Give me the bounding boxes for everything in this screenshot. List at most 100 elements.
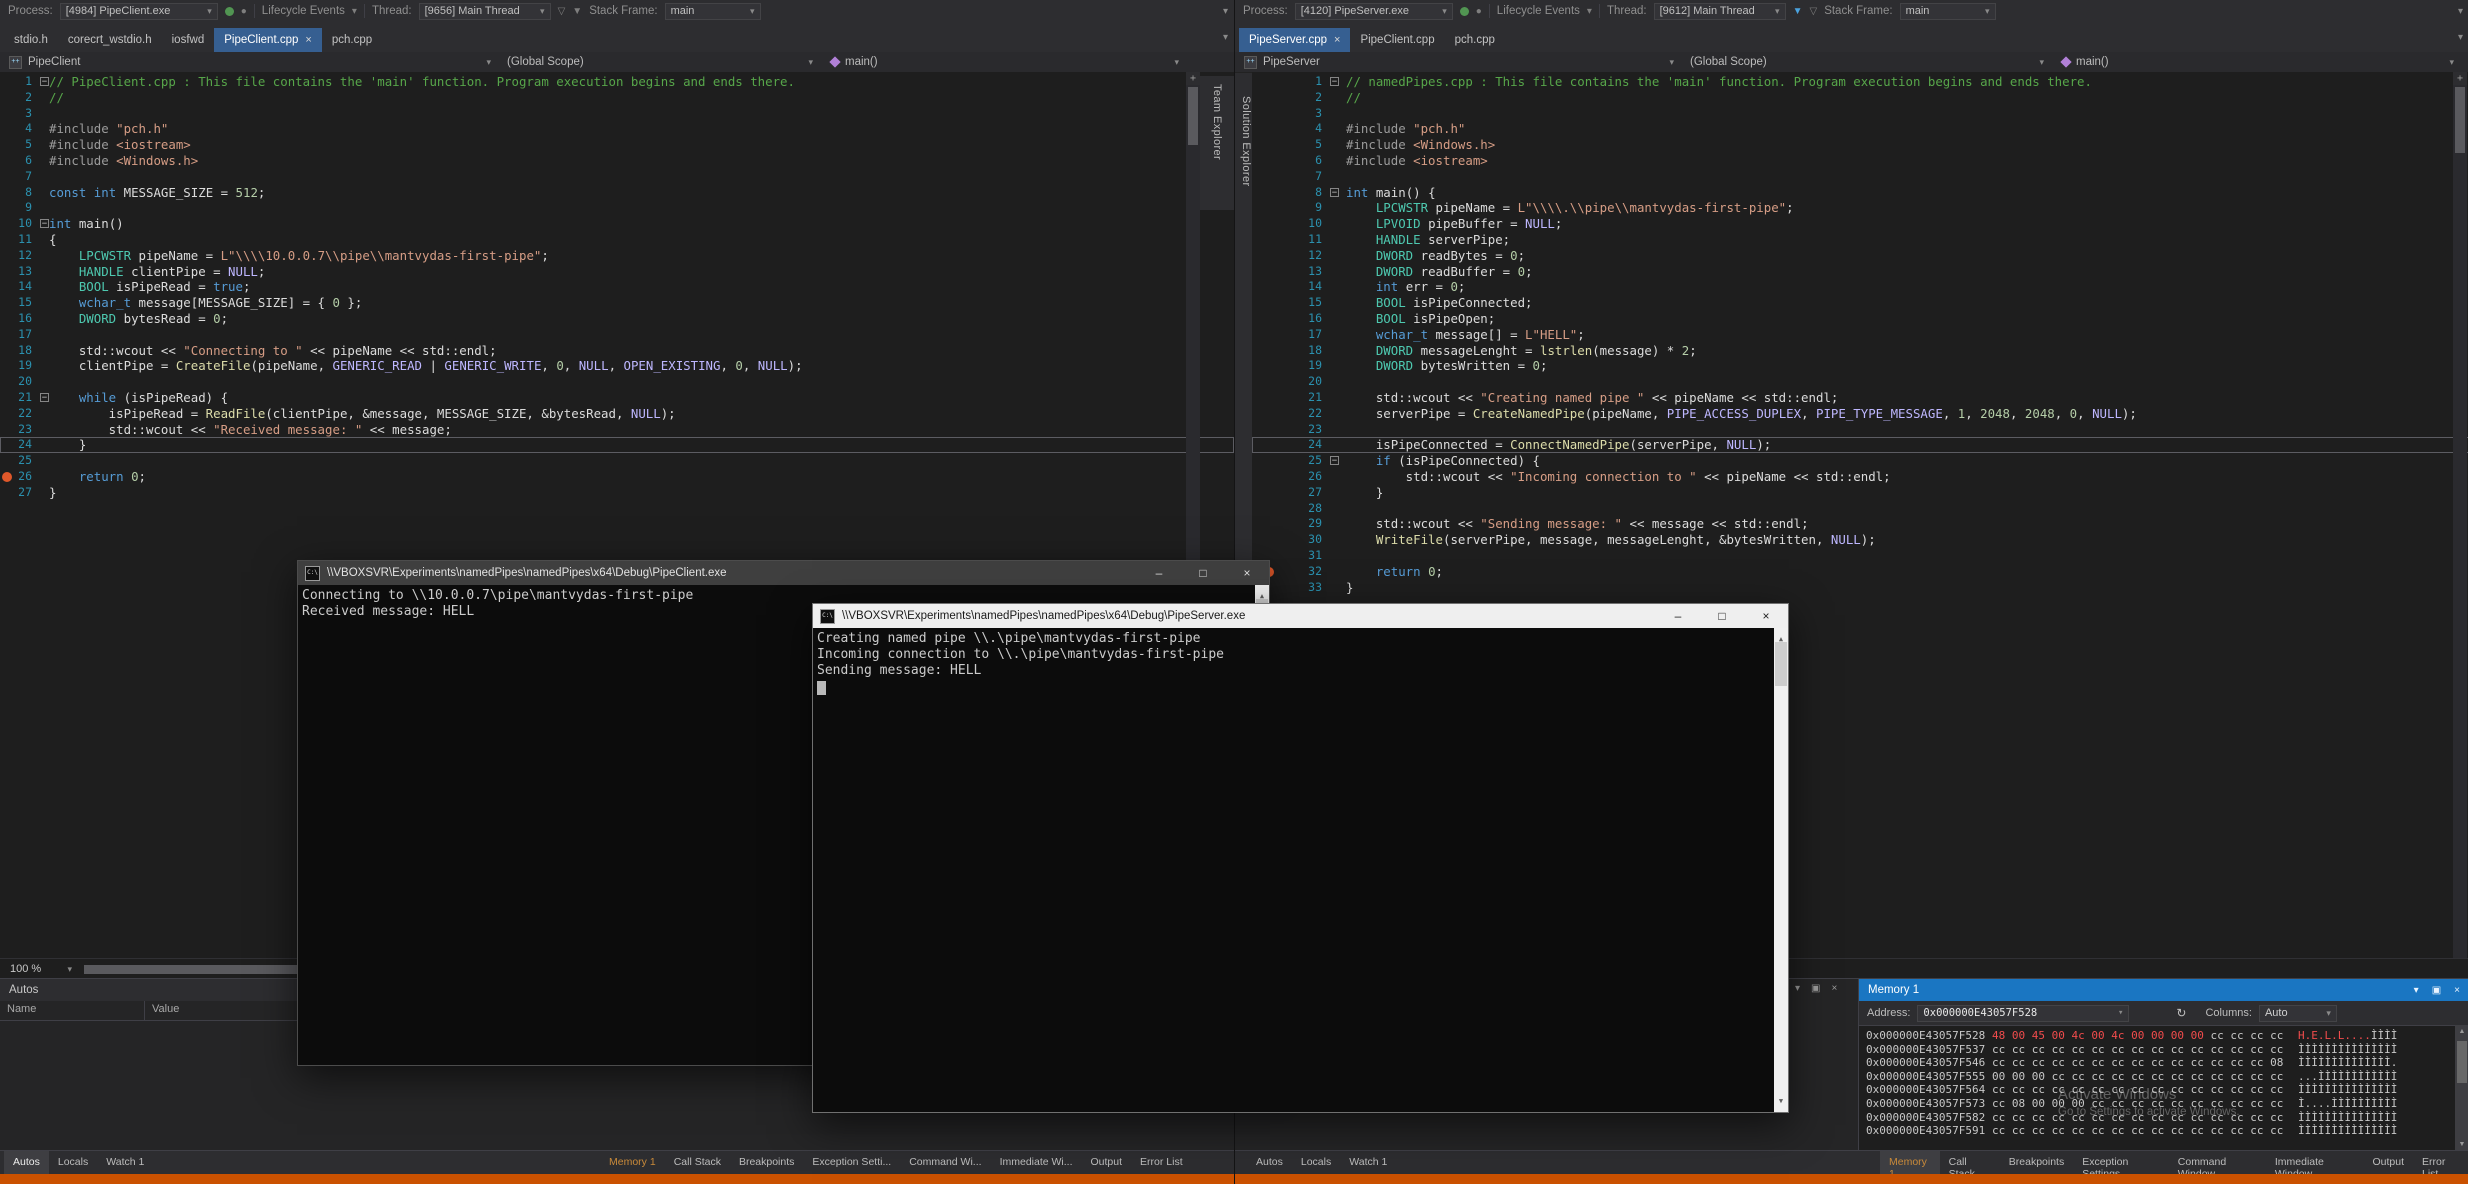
toolbar-overflow-icon[interactable]: ▾ [1223,6,1228,17]
code-line[interactable]: 20 [1252,374,2468,390]
breakpoint-margin[interactable] [0,469,14,485]
fold-margin[interactable] [40,106,49,122]
panel-tab-immediate-window[interactable]: Immediate Window [2266,1151,2364,1175]
address-input[interactable]: 0x000000E43057F528 ▾ [1917,1005,2129,1022]
code-line[interactable]: 21 std::wcout << "Creating named pipe " … [1252,390,2468,406]
console-title-bar[interactable]: C:\ \\VBOXSVR\Experiments\namedPipes\nam… [298,561,1269,585]
memory-scrollbar[interactable]: ▲ ▼ [2455,1025,2468,1151]
collapse-icon[interactable]: − [1330,188,1339,197]
scrollbar-thumb[interactable] [1775,642,1787,686]
close-icon[interactable]: × [1831,983,1837,994]
maximize-button[interactable]: □ [1181,561,1225,585]
code-line[interactable]: 4#include "pch.h" [1252,121,2468,137]
document-tab-pch-cpp[interactable]: pch.cpp [322,28,382,52]
fold-margin[interactable]: − [1330,185,1346,201]
code-line[interactable]: 17 wchar_t message[] = L"HELL"; [1252,327,2468,343]
fold-margin[interactable] [40,374,49,390]
fold-margin[interactable] [40,358,49,374]
code-line[interactable]: 18 DWORD messageLenght = lstrlen(message… [1252,343,2468,359]
step-backward-icon[interactable]: ● [241,6,247,17]
breakpoint-margin[interactable] [1252,279,1286,295]
panel-tab-command-window[interactable]: Command Window [2169,1151,2266,1175]
document-tab-pch-cpp[interactable]: pch.cpp [1445,28,1505,52]
code-line[interactable]: 23 [1252,422,2468,438]
breakpoint-margin[interactable] [1252,501,1286,517]
breakpoint-margin[interactable] [1252,374,1286,390]
fold-margin[interactable] [1330,248,1346,264]
breakpoint-margin[interactable] [1252,153,1286,169]
panel-tab-immediate-wi[interactable]: Immediate Wi... [991,1151,1082,1175]
breakpoint-margin[interactable] [0,74,14,90]
fold-margin[interactable]: − [40,390,49,406]
panel-tab-watch-1[interactable]: Watch 1 [97,1151,153,1175]
code-line[interactable]: 9 LPCWSTR pipeName = L"\\\\.\\pipe\\mant… [1252,200,2468,216]
code-line[interactable]: 2// [0,90,1234,106]
breakpoint-margin[interactable] [1252,343,1286,359]
breakpoint-margin[interactable] [0,153,14,169]
code-line[interactable]: 16 DWORD bytesRead = 0; [0,311,1234,327]
code-line[interactable]: 3 [1252,106,2468,122]
breakpoint-margin[interactable] [0,200,14,216]
fold-margin[interactable]: − [40,216,49,232]
breakpoint-margin[interactable] [0,169,14,185]
breakpoint-icon[interactable] [2,472,12,482]
fold-margin[interactable] [1330,422,1346,438]
chevron-down-icon[interactable]: ▾ [352,6,357,17]
fold-margin[interactable]: − [1330,453,1346,469]
code-line[interactable]: 27} [0,485,1234,501]
fold-margin[interactable] [1330,390,1346,406]
memory-row[interactable]: 0x000000E43057F537cc cc cc cc cc cc cc c… [1866,1043,2468,1057]
console-window-pipeserver[interactable]: C:\ \\VBOXSVR\Experiments\namedPipes\nam… [812,603,1789,1113]
editor-vertical-scrollbar[interactable] [2453,85,2467,958]
fold-margin[interactable] [40,485,49,501]
code-line[interactable]: 5#include <iostream> [0,137,1234,153]
code-line[interactable]: 19 DWORD bytesWritten = 0; [1252,358,2468,374]
breakpoint-margin[interactable] [0,264,14,280]
fold-margin[interactable] [1330,169,1346,185]
code-line[interactable]: 26 std::wcout << "Incoming connection to… [1252,469,2468,485]
breakpoint-margin[interactable] [0,343,14,359]
code-line[interactable]: 15 BOOL isPipeConnected; [1252,295,2468,311]
flag-threads-icon[interactable]: ▽ [1809,6,1817,17]
project-dropdown[interactable]: ++ PipeServer ▾ [1235,52,1681,72]
toolbar-overflow-icon[interactable]: ▾ [2458,6,2463,17]
fold-margin[interactable] [1330,200,1346,216]
refresh-icon[interactable]: ↻ [2176,1006,2186,1020]
breakpoint-margin[interactable] [1252,390,1286,406]
code-line[interactable]: 3 [0,106,1234,122]
code-line[interactable]: 27 } [1252,485,2468,501]
fold-margin[interactable] [40,200,49,216]
fold-margin[interactable] [1330,485,1346,501]
collapse-icon[interactable]: − [40,219,49,228]
code-line[interactable]: 29 std::wcout << "Sending message: " << … [1252,516,2468,532]
fold-margin[interactable] [1330,469,1346,485]
panel-tab-breakpoints[interactable]: Breakpoints [730,1151,803,1175]
fold-margin[interactable] [1330,580,1346,596]
code-line[interactable]: 7 [0,169,1234,185]
breakpoint-margin[interactable] [0,185,14,201]
fold-margin[interactable] [1330,121,1346,137]
memory-hex-view[interactable]: 0x000000E43057F52848 00 45 00 4c 00 4c 0… [1859,1026,2468,1151]
code-line[interactable]: 6#include <iostream> [1252,153,2468,169]
console-title-bar[interactable]: C:\ \\VBOXSVR\Experiments\namedPipes\nam… [813,604,1788,628]
code-line[interactable]: 24 } [0,437,1234,453]
panel-tab-memory-1[interactable]: Memory 1 [600,1151,665,1175]
stack-frame-combobox[interactable]: main ▾ [665,3,761,20]
zoom-dropdown[interactable]: 100 % ▾ [5,961,77,977]
fold-margin[interactable] [1330,279,1346,295]
lifecycle-events-button[interactable]: Lifecycle Events [1497,5,1580,17]
thread-combobox[interactable]: [9612] Main Thread ▾ [1654,3,1786,20]
lifecycle-events-button[interactable]: Lifecycle Events [262,5,345,17]
breakpoint-margin[interactable] [0,390,14,406]
code-line[interactable]: 2// [1252,90,2468,106]
fold-margin[interactable] [40,279,49,295]
scope-dropdown[interactable]: (Global Scope) ▾ [1681,52,2051,72]
panel-tab-locals[interactable]: Locals [1292,1151,1340,1175]
fold-margin[interactable] [40,232,49,248]
breakpoint-margin[interactable] [1252,358,1286,374]
fold-margin[interactable] [1330,501,1346,517]
code-line[interactable]: 8−int main() { [1252,185,2468,201]
panel-tab-memory-1[interactable]: Memory 1 [1880,1151,1940,1175]
breakpoint-margin[interactable] [1252,469,1286,485]
fold-margin[interactable] [1330,548,1346,564]
